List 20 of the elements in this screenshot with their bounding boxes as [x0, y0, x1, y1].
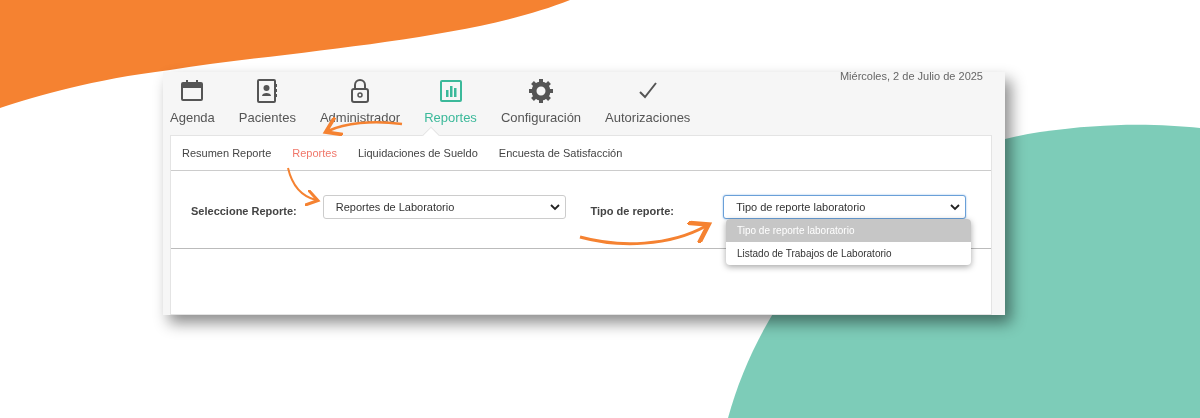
date-text: Miércoles, 2 de Julio de 2025: [839, 69, 983, 84]
sub-tab[interactable]: Liquidaciones de Sueldo: [357, 144, 478, 162]
nav-tab[interactable]: Administrador: [319, 78, 401, 135]
nav-tab[interactable]: Pacientes: [238, 78, 296, 135]
chevron-down-icon: [549, 202, 560, 212]
field-label: Seleccione Reporte:: [191, 204, 298, 219]
gear-icon: [528, 78, 554, 104]
sub-tab[interactable]: Encuesta de Satisfacción: [498, 144, 623, 162]
dropdown-option[interactable]: Listado de Trabajos de Laboratorio: [726, 242, 971, 265]
nav-tab[interactable]: Autorizaciones: [605, 78, 691, 135]
chevron-down-icon: [950, 202, 960, 212]
annotation-arrow: [287, 167, 320, 207]
nav-tab[interactable]: Agenda: [170, 78, 215, 135]
bar-chart-icon: [437, 78, 464, 104]
sub-tab[interactable]: Resumen Reporte: [182, 144, 272, 162]
nav-tab[interactable]: Configuración: [500, 78, 582, 135]
select-field[interactable]: Tipo de reporte laboratorio: [723, 195, 966, 219]
calendar-icon: [179, 78, 206, 104]
field-label: Tipo de reporte:: [590, 204, 676, 219]
select-field[interactable]: Reportes de Laboratorio: [322, 195, 566, 219]
